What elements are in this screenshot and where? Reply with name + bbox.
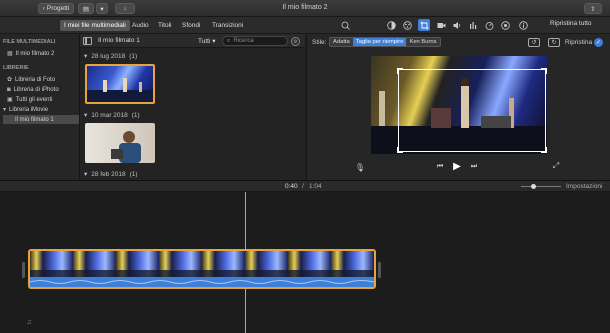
film-icon: ▤	[82, 5, 90, 13]
tab-transitions[interactable]: Transizioni	[208, 20, 247, 31]
zoom-slider-track[interactable]	[521, 186, 561, 187]
style-label: Stile:	[312, 39, 327, 46]
clip-thumbnail-concert[interactable]	[85, 64, 155, 104]
timeline-right-edge	[378, 262, 381, 278]
search-input[interactable]: ⌕ Ricerca	[222, 36, 288, 46]
style-option-fit[interactable]: Adatta	[330, 38, 353, 46]
checkmark-icon[interactable]: ✓	[594, 38, 603, 47]
timeline-clip[interactable]	[28, 249, 376, 289]
sidebar-item-photo-library[interactable]: ✿ Libreria di Foto	[3, 75, 79, 84]
viewer: Stile: Adatta Taglia per riempire Ken Bu…	[306, 34, 610, 180]
rotate-left-icon[interactable]: ↺	[528, 38, 540, 47]
disclosure-triangle-icon: ▾	[84, 53, 88, 60]
clip-thumbnail-portrait[interactable]	[85, 123, 155, 163]
event-header[interactable]: ▾ 10 mar 2018 (1)	[84, 111, 140, 120]
sidebar-item-imovie-library[interactable]: ▾ Libreria iMovie	[0, 105, 76, 114]
event-header[interactable]: ▾ 28 feb 2018 (1)	[84, 170, 138, 179]
video-camera-icon[interactable]	[436, 20, 446, 30]
camera-icon: ◙	[7, 86, 11, 93]
skip-back-icon[interactable]: ⏮	[435, 162, 445, 172]
disclosure-triangle-icon: ▾	[3, 107, 7, 113]
time-separator: /	[302, 183, 304, 190]
crop-handle-bottom-left[interactable]	[397, 147, 403, 153]
zoom-slider-thumb[interactable]	[531, 184, 536, 189]
play-icon[interactable]: ▶	[451, 160, 463, 172]
browser-header: Il mio filmato 1 Tutti ▾ ⌕ Ricerca ⚙	[80, 34, 305, 48]
stabilization-icon[interactable]	[500, 20, 510, 30]
timeline-left-edge	[22, 262, 25, 278]
tab-backgrounds[interactable]: Sfondi	[178, 20, 204, 31]
gear-icon[interactable]: ⚙	[291, 37, 300, 46]
sidebar-toggle-icon[interactable]	[83, 37, 92, 45]
color-balance-icon[interactable]	[386, 20, 396, 30]
share-button[interactable]: ⇧	[584, 3, 602, 14]
event-header[interactable]: ▾ 28 lug 2018 (1)	[84, 52, 137, 61]
sidebar-section-media: FILE MULTIMEDIALI	[3, 39, 56, 45]
current-time: 0:40	[285, 183, 298, 190]
chevron-down-icon: ▾	[212, 38, 216, 45]
chevron-down-icon: ▾	[100, 5, 104, 13]
tab-my-media[interactable]: I miei file multimediali	[60, 20, 130, 31]
total-time: 1:04	[309, 183, 322, 190]
sidebar: FILE MULTIMEDIALI ▦ Il mio filmato 2 LIB…	[0, 34, 80, 180]
color-correction-icon[interactable]	[402, 20, 412, 30]
crop-style-segmented-control: Adatta Taglia per riempire Ken Burns	[329, 37, 441, 47]
sidebar-section-libraries: LIBRERIE	[3, 65, 29, 71]
equalizer-icon[interactable]	[468, 20, 478, 30]
film-icon: ▦	[7, 51, 13, 57]
download-icon: ↓	[123, 5, 127, 12]
media-toggle-button[interactable]: ▤	[78, 3, 94, 14]
filter-select[interactable]: Tutti ▾	[198, 37, 215, 45]
crop-icon[interactable]	[418, 19, 430, 31]
speed-icon[interactable]	[484, 20, 494, 30]
restore-button[interactable]: Ripristina	[565, 39, 592, 46]
share-icon: ⇧	[590, 5, 596, 13]
settings-button[interactable]: Impostazioni	[566, 183, 603, 190]
microphone-icon[interactable]: 🎙	[355, 162, 365, 172]
sidebar-item-project[interactable]: ▦ Il mio filmato 2	[3, 49, 79, 58]
media-toolbar: I miei file multimediali Audio Titoli Sf…	[0, 17, 610, 34]
import-button[interactable]: ↓	[115, 3, 135, 14]
sidebar-item-movie-1[interactable]: Il mio filmato 1	[3, 115, 79, 124]
music-note-icon: ♫	[26, 318, 32, 326]
events-icon: ▣	[7, 97, 13, 103]
timeline: ♫	[0, 192, 610, 333]
timeline-header: 0:40 / 1:04 Impostazioni	[0, 180, 610, 192]
current-library-label: Il mio filmato 1	[98, 37, 140, 44]
sidebar-item-all-events[interactable]: ▣ Tutti gli eventi	[3, 95, 79, 104]
sidebar-item-iphoto-library[interactable]: ◙ Libreria di iPhoto	[3, 85, 79, 94]
back-to-projects-button[interactable]: ‹ Progetti	[38, 3, 74, 14]
chevron-left-icon: ‹	[42, 5, 45, 12]
reset-all-button[interactable]: Ripristina tutto	[550, 20, 592, 27]
style-option-crop-to-fill[interactable]: Taglia per riempire	[352, 38, 407, 46]
skip-forward-icon[interactable]: ⏭	[469, 162, 479, 172]
photos-icon: ✿	[7, 77, 13, 83]
tab-titles[interactable]: Titoli	[154, 20, 175, 31]
crop-handle-bottom-right[interactable]	[541, 147, 547, 153]
dropdown-button[interactable]: ▾	[96, 3, 108, 14]
tab-audio[interactable]: Audio	[128, 20, 153, 31]
magic-wand-icon[interactable]	[340, 20, 350, 30]
crop-handle-top-left[interactable]	[397, 68, 403, 74]
title-bar: ‹ Progetti ▤ ▾ ↓ Il mio filmato 2 ⇧	[0, 0, 610, 17]
info-icon[interactable]	[518, 20, 528, 30]
crop-handle-top-right[interactable]	[541, 68, 547, 74]
disclosure-triangle-icon: ▾	[84, 171, 88, 178]
search-icon: ⌕	[227, 37, 231, 44]
fullscreen-icon[interactable]: ⤢	[551, 161, 561, 171]
volume-icon[interactable]	[452, 20, 462, 30]
crop-rectangle[interactable]	[397, 68, 547, 153]
rotate-right-icon[interactable]: ↻	[548, 38, 560, 47]
disclosure-triangle-icon: ▾	[84, 112, 88, 119]
style-option-ken-burns[interactable]: Ken Burns	[406, 38, 440, 46]
